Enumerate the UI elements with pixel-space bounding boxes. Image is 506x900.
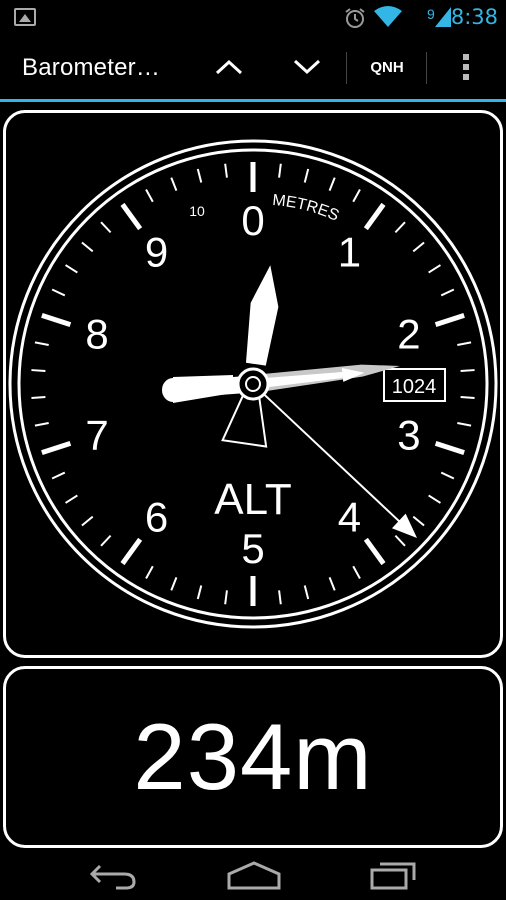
- minor-tick: [81, 241, 94, 253]
- minor-tick: [224, 590, 228, 605]
- major-tick: [363, 202, 386, 231]
- minor-tick: [460, 369, 475, 372]
- center-label: ALT: [214, 475, 291, 524]
- major-tick: [434, 313, 465, 328]
- dial-number: 8: [85, 310, 108, 357]
- minor-tick: [352, 188, 361, 203]
- minor-tick: [457, 421, 472, 427]
- minor-tick: [51, 471, 66, 480]
- dial-hub-center: [245, 376, 261, 392]
- minor-tick: [31, 396, 46, 399]
- minor-tick: [100, 534, 112, 547]
- minor-tick: [303, 585, 310, 600]
- minor-tick: [224, 163, 228, 178]
- minor-tick: [31, 369, 46, 372]
- counterweight-shaft: [173, 375, 233, 403]
- altitude-readout: 234m: [133, 704, 373, 809]
- dial-number: 0: [241, 197, 264, 244]
- qnh-window-value: 1024: [392, 376, 437, 398]
- major-tick: [120, 202, 143, 231]
- minor-tick: [303, 168, 310, 183]
- minor-tick: [170, 577, 178, 591]
- dial-number: 5: [241, 525, 264, 572]
- minor-tick: [328, 177, 336, 191]
- major-tick: [41, 440, 72, 455]
- minor-tick: [145, 188, 154, 203]
- dial-number: 3: [397, 412, 420, 459]
- minor-tick: [81, 515, 94, 527]
- dial-number: 1: [338, 228, 361, 275]
- minor-tick: [278, 590, 282, 605]
- minor-tick: [352, 565, 361, 580]
- altitude-readout-panel: 234m: [3, 666, 503, 848]
- minor-tick: [394, 534, 406, 547]
- home-icon[interactable]: [226, 860, 282, 890]
- minor-tick: [394, 221, 406, 234]
- major-tick: [434, 440, 465, 455]
- minor-tick: [65, 264, 78, 274]
- altimeter-dial: 0 12 34 5 67 89 10 METRES ALT 1024: [8, 139, 498, 629]
- minor-tick: [65, 494, 78, 504]
- minor-tick: [460, 396, 475, 399]
- thousands-hand-tail: [221, 393, 268, 448]
- navigation-bar: [0, 850, 506, 900]
- thousands-hand: [221, 265, 279, 448]
- major-tick: [363, 537, 386, 566]
- minor-tick: [278, 163, 282, 178]
- minor-tick: [412, 241, 425, 253]
- minor-tick: [428, 494, 441, 504]
- minor-tick: [51, 288, 66, 297]
- major-tick: [120, 537, 143, 566]
- minor-tick: [100, 221, 112, 234]
- dial-number: 9: [145, 228, 168, 275]
- minor-tick: [428, 264, 441, 274]
- minor-tick: [34, 421, 49, 427]
- dial-number: 6: [145, 494, 168, 541]
- minor-tick: [440, 471, 455, 480]
- back-icon[interactable]: [88, 860, 138, 890]
- minor-tick: [457, 341, 472, 347]
- minor-tick: [412, 515, 425, 527]
- recent-apps-icon[interactable]: [368, 860, 418, 890]
- minor-tick: [328, 577, 336, 591]
- minor-tick: [440, 288, 455, 297]
- major-tick: [41, 313, 72, 328]
- dial-number: 4: [338, 494, 361, 541]
- minor-tick: [196, 585, 203, 600]
- tens-label: 10: [189, 203, 205, 219]
- minor-tick: [170, 177, 178, 191]
- units-label: METRES: [272, 192, 342, 225]
- dial-number: 2: [397, 310, 420, 357]
- dial-number: 7: [85, 412, 108, 459]
- thousands-hand-blade: [245, 265, 279, 366]
- minor-tick: [34, 341, 49, 347]
- minor-tick: [145, 565, 154, 580]
- minor-tick: [196, 168, 203, 183]
